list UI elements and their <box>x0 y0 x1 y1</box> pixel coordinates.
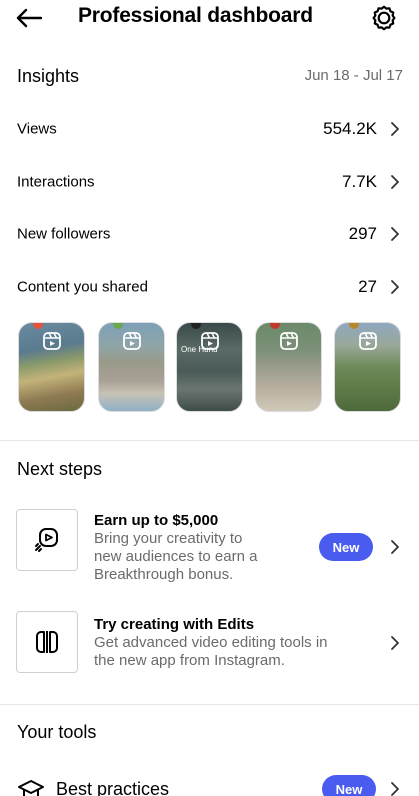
metric-value: 297 <box>348 224 377 243</box>
metric-label: Views <box>17 120 57 138</box>
new-badge: New <box>319 533 373 561</box>
section-divider <box>0 440 419 441</box>
reel-thumbnail[interactable] <box>18 322 85 412</box>
reel-icon <box>42 332 61 350</box>
chevron-right-icon <box>391 122 399 136</box>
step-title: Try creating with Edits <box>94 616 255 633</box>
reel-thumbnail[interactable] <box>98 322 165 412</box>
insights-title: Insights <box>17 66 80 86</box>
step-desc-line: the new app from Instagram. <box>94 652 285 669</box>
chevron-right-icon <box>391 227 399 241</box>
reel-icon <box>358 332 377 350</box>
section-divider <box>0 704 419 705</box>
step-description: Get advanced video editing tools in the … <box>94 634 328 670</box>
story-dot <box>270 323 280 329</box>
reel-icon <box>122 332 141 350</box>
reel-icon <box>200 332 219 350</box>
next-step-earn[interactable]: Earn up to $5,000 Bring your creativity … <box>0 505 419 585</box>
step-desc-line: Get advanced video editing tools in <box>94 634 328 651</box>
tool-best-practices[interactable]: Best practices New <box>0 774 419 796</box>
reel-thumbnail[interactable]: One Hund <box>176 322 243 412</box>
content-thumbnails: One Hund <box>18 322 402 412</box>
story-dot <box>113 323 123 329</box>
step-icon-box <box>16 611 78 673</box>
reel-bonus-icon <box>35 528 58 552</box>
chevron-right-icon <box>391 636 399 650</box>
settings-icon <box>372 5 396 31</box>
date-range[interactable]: Jun 18 - Jul 17 <box>305 67 403 84</box>
new-badge: New <box>322 775 376 796</box>
metric-row-views[interactable]: Views 554.2K <box>0 103 419 155</box>
arrow-left-icon <box>16 8 42 28</box>
step-desc-line: Bring your creativity to <box>94 530 243 547</box>
chevron-right-icon <box>391 782 399 796</box>
metric-label: Interactions <box>17 173 95 191</box>
chevron-right-icon <box>391 175 399 189</box>
step-desc-line: new audiences to earn a <box>94 548 258 565</box>
story-dot <box>33 323 43 329</box>
page-title: Professional dashboard <box>78 4 313 27</box>
step-icon-box <box>16 509 78 571</box>
step-desc-line: Breakthrough bonus. <box>94 566 234 583</box>
reel-icon <box>279 332 298 350</box>
story-dot <box>191 323 201 329</box>
settings-button[interactable] <box>369 3 399 33</box>
metric-value: 554.2K <box>323 119 377 138</box>
reel-thumbnail[interactable] <box>255 322 322 412</box>
tool-label: Best practices <box>56 779 170 796</box>
metric-row-interactions[interactable]: Interactions 7.7K <box>0 156 419 208</box>
step-description: Bring your creativity to new audiences t… <box>94 530 257 584</box>
story-dot <box>349 323 359 329</box>
metric-row-content-shared[interactable]: Content you shared 27 <box>0 261 419 313</box>
metric-value: 7.7K <box>342 172 377 191</box>
metric-row-new-followers[interactable]: New followers 297 <box>0 208 419 260</box>
edits-app-icon <box>36 631 58 653</box>
your-tools-title: Your tools <box>17 722 97 742</box>
back-button[interactable] <box>14 4 44 32</box>
chevron-right-icon <box>391 540 399 554</box>
chevron-right-icon <box>391 280 399 294</box>
next-step-edits[interactable]: Try creating with Edits Get advanced vid… <box>0 607 419 687</box>
graduation-cap-icon <box>18 780 44 796</box>
step-title: Earn up to $5,000 <box>94 512 219 529</box>
metric-value: 27 <box>358 277 377 296</box>
next-steps-title: Next steps <box>17 459 103 479</box>
metric-label: New followers <box>17 225 111 243</box>
top-bar: Professional dashboard <box>0 0 419 38</box>
metric-label: Content you shared <box>17 278 148 296</box>
reel-thumbnail[interactable] <box>334 322 401 412</box>
